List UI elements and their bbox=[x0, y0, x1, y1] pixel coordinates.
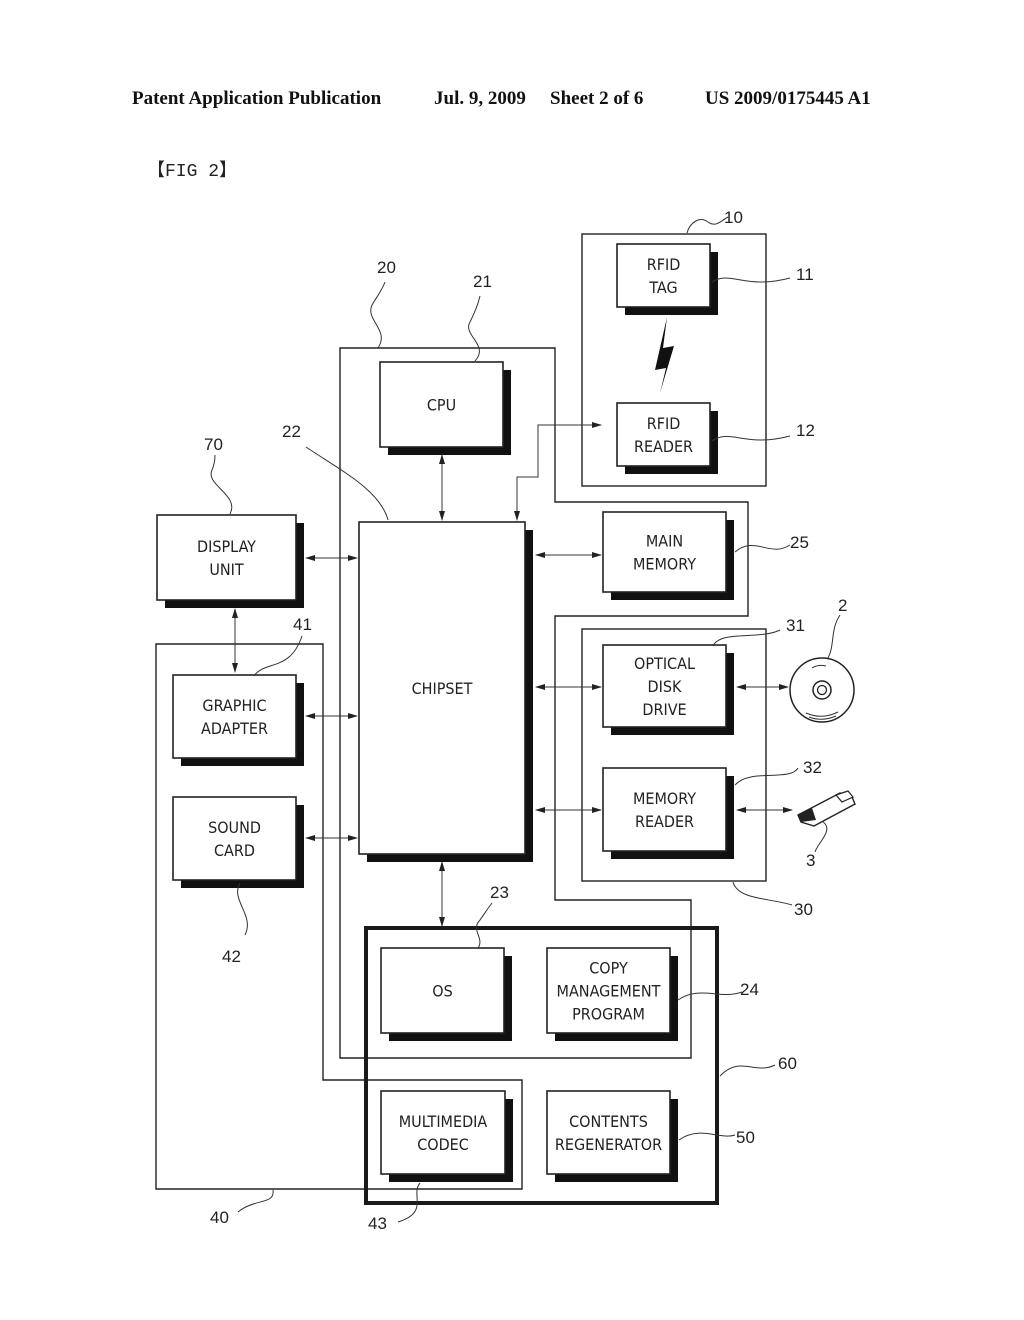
block-diagram: RFID TAG RFID READER CPU CHIPSET DISPLAY UNIT MA… bbox=[155, 208, 856, 1233]
block-box bbox=[616, 402, 711, 467]
reference-numeral: 31 bbox=[786, 616, 805, 635]
reference-numeral: 25 bbox=[790, 533, 809, 552]
reference-numeral: 41 bbox=[293, 615, 312, 634]
block-memory-reader: MEMORY READER bbox=[602, 767, 734, 859]
block-display-unit: DISPLAY UNIT bbox=[156, 514, 304, 608]
block-label: MEMORY bbox=[633, 789, 696, 808]
block-label: CPU bbox=[427, 396, 456, 415]
reference-numeral: 20 bbox=[377, 258, 396, 277]
block-label: GRAPHIC bbox=[202, 696, 266, 715]
reference-numeral: 11 bbox=[796, 265, 814, 284]
block-box bbox=[156, 514, 297, 601]
block-box bbox=[602, 767, 727, 852]
block-label: READER bbox=[634, 437, 693, 456]
reference-numeral: 3 bbox=[806, 851, 815, 870]
block-label: REGENERATOR bbox=[555, 1135, 662, 1154]
leader-23 bbox=[475, 902, 493, 949]
leader-60 bbox=[719, 1064, 776, 1077]
block-rfid-tag: RFID TAG bbox=[616, 243, 718, 315]
usb-stick-icon bbox=[797, 790, 856, 827]
leader-21 bbox=[468, 295, 481, 362]
reference-numeral: 24 bbox=[740, 980, 759, 999]
block-label: MULTIMEDIA bbox=[399, 1112, 488, 1131]
reference-numeral: 10 bbox=[724, 208, 743, 227]
block-optical-disk-drive: OPTICAL DISK DRIVE bbox=[602, 644, 734, 735]
leader-22 bbox=[305, 446, 389, 521]
leader-24 bbox=[677, 991, 743, 1001]
block-label: CODEC bbox=[417, 1135, 469, 1154]
leader-41 bbox=[253, 635, 303, 677]
block-box bbox=[172, 796, 297, 881]
block-graphic-adapter: GRAPHIC ADAPTER bbox=[172, 674, 304, 766]
leader-31 bbox=[712, 629, 781, 647]
block-contents-regenerator: CONTENTS REGENERATOR bbox=[546, 1090, 678, 1182]
block-label: PROGRAM bbox=[572, 1005, 645, 1024]
block-label: MAIN bbox=[646, 532, 683, 551]
reference-numeral: 70 bbox=[204, 435, 223, 454]
leader-12 bbox=[711, 435, 791, 442]
reference-numeral: 40 bbox=[210, 1208, 229, 1227]
block-label: SOUND bbox=[208, 818, 261, 837]
reference-numeral: 12 bbox=[796, 421, 815, 440]
leader-42 bbox=[237, 882, 248, 936]
block-chipset: CHIPSET bbox=[358, 521, 533, 862]
reference-numeral: 50 bbox=[736, 1128, 755, 1147]
leader-40 bbox=[237, 1189, 274, 1213]
reference-numeral: 32 bbox=[803, 758, 822, 777]
block-label: RFID bbox=[647, 414, 681, 433]
reference-numeral: 2 bbox=[838, 596, 847, 615]
leader-50 bbox=[678, 1132, 736, 1141]
leader-25 bbox=[734, 544, 791, 553]
block-main-memory: MAIN MEMORY bbox=[602, 511, 734, 600]
bus-chipset-rfid-reader bbox=[516, 422, 602, 520]
block-label: CARD bbox=[214, 841, 255, 860]
cd-disc-icon bbox=[789, 657, 855, 723]
leader-30 bbox=[732, 881, 793, 906]
block-multimedia-codec: MULTIMEDIA CODEC bbox=[380, 1090, 513, 1182]
block-label: CONTENTS bbox=[569, 1112, 648, 1131]
leader-20 bbox=[370, 281, 386, 349]
block-label: MEMORY bbox=[633, 555, 696, 574]
leader-10 bbox=[686, 216, 729, 234]
leader-11 bbox=[711, 277, 791, 283]
block-label: UNIT bbox=[209, 560, 244, 579]
block-label: DRIVE bbox=[642, 700, 686, 719]
block-label: COPY bbox=[589, 959, 628, 978]
block-label: READER bbox=[635, 812, 694, 831]
reference-numeral: 22 bbox=[282, 422, 301, 441]
block-label: OPTICAL bbox=[634, 654, 695, 673]
reference-numeral: 30 bbox=[794, 900, 813, 919]
reference-numeral: 60 bbox=[778, 1054, 797, 1073]
wireless-link-icon bbox=[655, 317, 674, 393]
block-label: TAG bbox=[648, 278, 677, 297]
block-label: CHIPSET bbox=[412, 679, 473, 698]
reference-numeral: 21 bbox=[473, 272, 492, 291]
block-rfid-reader: RFID READER bbox=[616, 402, 718, 474]
leader-3 bbox=[814, 820, 828, 853]
leader-70 bbox=[210, 454, 233, 515]
block-label: MANAGEMENT bbox=[557, 982, 661, 1001]
block-box bbox=[172, 674, 297, 759]
leader-2 bbox=[827, 614, 841, 659]
block-sound-card: SOUND CARD bbox=[172, 796, 304, 888]
block-cpu: CPU bbox=[379, 361, 511, 455]
block-label: DISK bbox=[648, 677, 682, 696]
block-box bbox=[546, 1090, 671, 1175]
block-box bbox=[380, 1090, 506, 1175]
block-box bbox=[616, 243, 711, 308]
block-label: OS bbox=[432, 982, 452, 1001]
block-box bbox=[602, 511, 727, 593]
block-label: RFID bbox=[647, 255, 681, 274]
reference-numeral: 42 bbox=[222, 947, 241, 966]
reference-numeral: 43 bbox=[368, 1214, 387, 1233]
block-os: OS bbox=[380, 947, 512, 1041]
block-label: DISPLAY bbox=[197, 537, 256, 556]
block-copy-management: COPY MANAGEMENT PROGRAM bbox=[546, 947, 678, 1041]
block-label: ADAPTER bbox=[201, 719, 268, 738]
reference-numeral: 23 bbox=[490, 883, 509, 902]
